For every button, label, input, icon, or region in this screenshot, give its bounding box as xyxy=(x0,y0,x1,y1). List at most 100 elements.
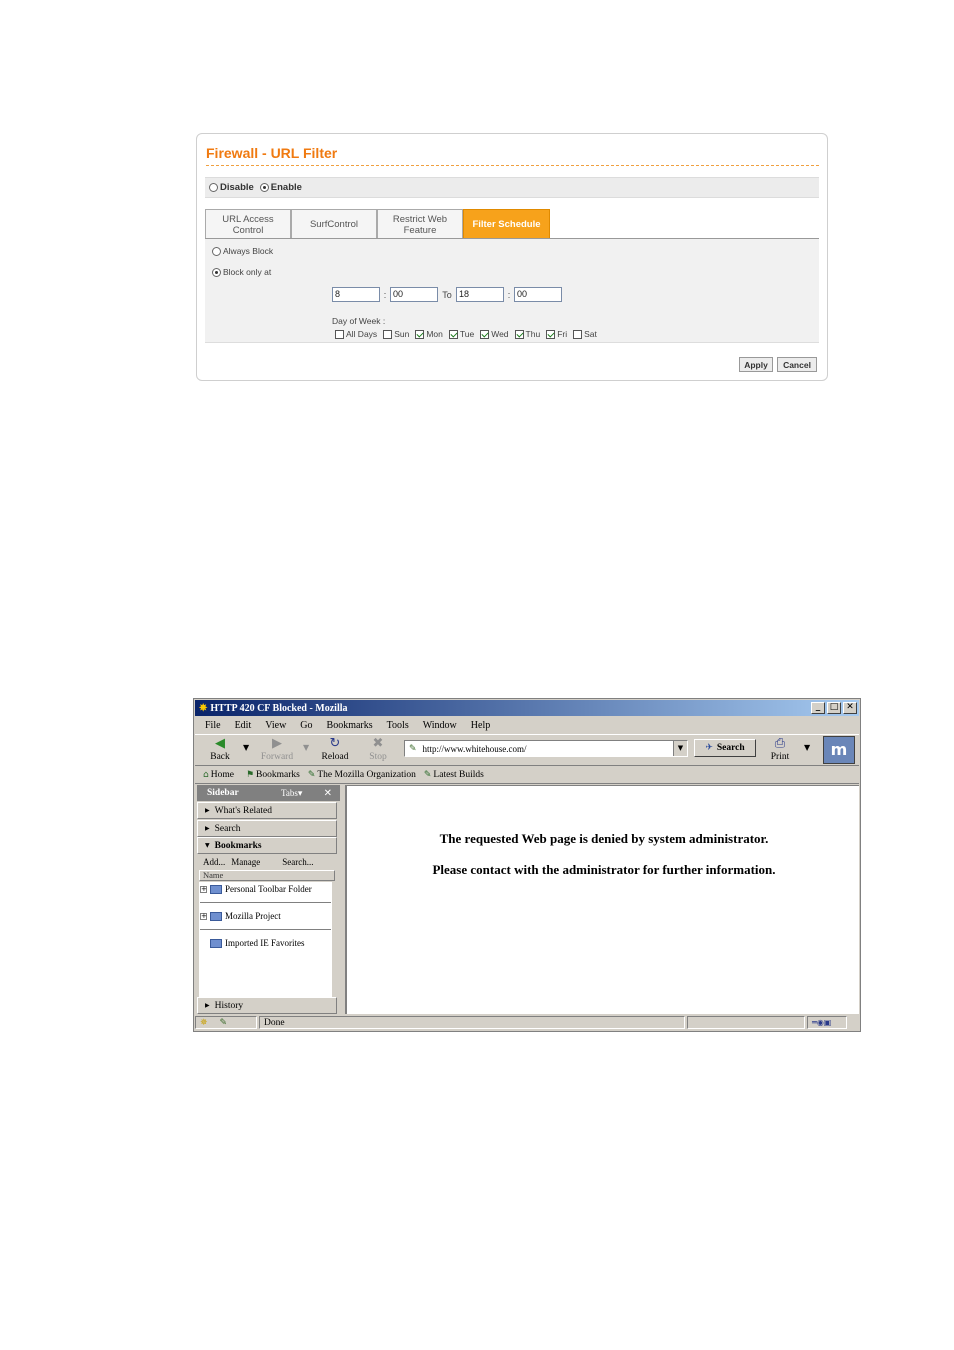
menu-bookmarks[interactable]: Bookmarks xyxy=(327,720,373,731)
tree-item-label: Mozilla Project xyxy=(225,911,281,921)
menu-window[interactable]: Window xyxy=(423,720,457,731)
forward-arrow-icon: ▶ xyxy=(272,736,282,751)
forward-label: Forward xyxy=(260,752,294,762)
sidebar-section-history[interactable]: ▶ History xyxy=(197,997,337,1014)
block-only-at-option[interactable]: Block only at xyxy=(212,267,271,277)
firewall-url-filter-panel: Firewall - URL Filter Disable Enable URL… xyxy=(196,133,828,381)
day-fri[interactable]: Fri xyxy=(546,329,567,339)
day-label: Fri xyxy=(557,329,568,339)
url-input[interactable]: ✎ http://www.whitehouse.com/ ▼ xyxy=(404,740,688,757)
menu-tools[interactable]: Tools xyxy=(387,720,409,731)
menu-help[interactable]: Help xyxy=(471,720,490,731)
tab-url-access-control[interactable]: URL Access Control xyxy=(205,209,291,239)
always-block-label: Always Block xyxy=(223,246,274,256)
day-of-week-label: Day of Week : xyxy=(332,316,386,326)
expand-plus-icon[interactable]: + xyxy=(200,912,207,920)
forward-dropdown-icon[interactable]: ▼ xyxy=(303,743,309,752)
sidebar-close-icon[interactable]: ✕ xyxy=(324,788,332,799)
day-label: Thu xyxy=(525,329,541,339)
tree-scrollbar[interactable] xyxy=(332,882,335,997)
day-sat[interactable]: Sat xyxy=(573,329,597,339)
start-hour-input[interactable]: 8 xyxy=(332,287,380,302)
checkbox[interactable] xyxy=(573,329,583,339)
checkbox[interactable] xyxy=(546,329,556,339)
day-label: Sun xyxy=(394,329,410,339)
manage-bookmarks-button[interactable]: Manage xyxy=(231,857,260,867)
add-bookmark-button[interactable]: Add... xyxy=(203,857,225,867)
enable-radio[interactable] xyxy=(259,183,269,192)
url-text: http://www.whitehouse.com/ xyxy=(422,743,527,754)
tree-item-personal-toolbar-folder[interactable]: + Personal Toolbar Folder xyxy=(200,884,312,894)
back-button[interactable]: ◀ Back xyxy=(200,736,240,762)
url-dropdown-icon[interactable]: ▼ xyxy=(673,741,687,756)
sparkle-icon[interactable]: ✵ xyxy=(200,1018,208,1028)
sidebar-section-whats-related[interactable]: ▶ What's Related xyxy=(197,802,337,819)
back-dropdown-icon[interactable]: ▼ xyxy=(243,743,249,752)
personal-toolbar: ⌂ Home ⚑ Bookmarks ✎ The Mozilla Organizati… xyxy=(195,767,859,784)
sidebar-section-bookmarks[interactable]: ▼ Bookmarks xyxy=(197,837,337,854)
composer-icon[interactable]: ✎ xyxy=(220,1018,228,1028)
maximize-icon[interactable]: □ xyxy=(827,702,841,714)
mozilla-org-link[interactable]: ✎ The Mozilla Organization xyxy=(308,770,416,780)
menu-go[interactable]: Go xyxy=(300,720,312,731)
day-wed[interactable]: Wed xyxy=(480,329,509,339)
stop-button[interactable]: ✖ Stop xyxy=(358,736,398,762)
block-only-at-radio[interactable] xyxy=(212,267,221,277)
tree-item-imported-ie-favorites[interactable]: Imported IE Favorites xyxy=(210,938,304,948)
day-thu[interactable]: Thu xyxy=(514,329,541,339)
checkbox[interactable] xyxy=(448,329,458,339)
latest-builds-link[interactable]: ✎ Latest Builds xyxy=(424,770,484,780)
day-mon[interactable]: Mon xyxy=(415,329,443,339)
bookmarks-actions: Add... Manage Search... xyxy=(197,854,337,869)
tab-restrict-web-feature[interactable]: Restrict Web Feature xyxy=(377,209,463,239)
disable-label: Disable xyxy=(220,182,254,193)
sidebar-tabs-menu[interactable]: Tabs▾ xyxy=(281,788,302,799)
enable-option[interactable]: Enable xyxy=(259,182,302,193)
disable-radio[interactable] xyxy=(209,183,218,192)
start-minute-input[interactable]: 00 xyxy=(390,287,438,302)
cancel-button[interactable]: Cancel xyxy=(777,357,817,372)
tab-filter-schedule[interactable]: Filter Schedule xyxy=(463,209,550,239)
mozilla-throbber-icon[interactable]: m xyxy=(823,736,855,764)
checkbox[interactable] xyxy=(514,329,524,339)
title-divider xyxy=(206,165,819,166)
name-column-header[interactable]: Name xyxy=(199,870,335,881)
apply-button[interactable]: Apply xyxy=(739,357,773,372)
minimize-icon[interactable]: _ xyxy=(811,702,825,714)
menu-edit[interactable]: Edit xyxy=(235,720,252,731)
day-all-days[interactable]: All Days xyxy=(335,329,377,339)
checkbox[interactable] xyxy=(415,329,425,339)
mozilla-app-icon: ✵ xyxy=(199,702,208,714)
day-tue[interactable]: Tue xyxy=(448,329,474,339)
home-button[interactable]: ⌂ Home xyxy=(203,770,234,780)
search-bookmarks-button[interactable]: Search... xyxy=(282,857,313,867)
day-sun[interactable]: Sun xyxy=(383,329,409,339)
menu-file[interactable]: File xyxy=(205,720,221,731)
sidebar-section-search[interactable]: ▶ Search xyxy=(197,820,337,837)
expand-icon: ▶ xyxy=(205,1002,210,1009)
online-status-icon[interactable]: ═◉▣ xyxy=(807,1016,847,1029)
tree-item-mozilla-project[interactable]: + Mozilla Project xyxy=(200,911,281,921)
always-block-option[interactable]: Always Block xyxy=(212,246,273,256)
printer-icon: ⎙ xyxy=(774,736,786,751)
print-button[interactable]: ⎙ Print xyxy=(760,736,800,762)
page-proxy-icon[interactable]: ✎ xyxy=(409,744,417,754)
tab-surfcontrol[interactable]: SurfControl xyxy=(291,209,377,239)
forward-button[interactable]: ▶ Forward xyxy=(257,736,297,762)
end-hour-input[interactable]: 18 xyxy=(456,287,504,302)
bookmarks-button[interactable]: ⚑ Bookmarks xyxy=(246,770,300,780)
checkbox[interactable] xyxy=(383,329,393,339)
search-button[interactable]: ✈ Search xyxy=(694,739,756,757)
checkbox[interactable] xyxy=(480,329,490,339)
checkbox[interactable] xyxy=(335,329,344,339)
disable-option[interactable]: Disable xyxy=(209,182,254,193)
menu-view[interactable]: View xyxy=(265,720,286,731)
close-icon[interactable]: ✕ xyxy=(843,702,857,714)
expand-plus-icon[interactable]: + xyxy=(200,885,207,893)
end-minute-input[interactable]: 00 xyxy=(514,287,562,302)
section-label: Search xyxy=(214,823,241,834)
print-dropdown-icon[interactable]: ▼ xyxy=(804,743,810,752)
reload-button[interactable]: ↻ Reload xyxy=(315,736,355,762)
always-block-radio[interactable] xyxy=(212,246,221,256)
enable-label: Enable xyxy=(270,182,302,193)
